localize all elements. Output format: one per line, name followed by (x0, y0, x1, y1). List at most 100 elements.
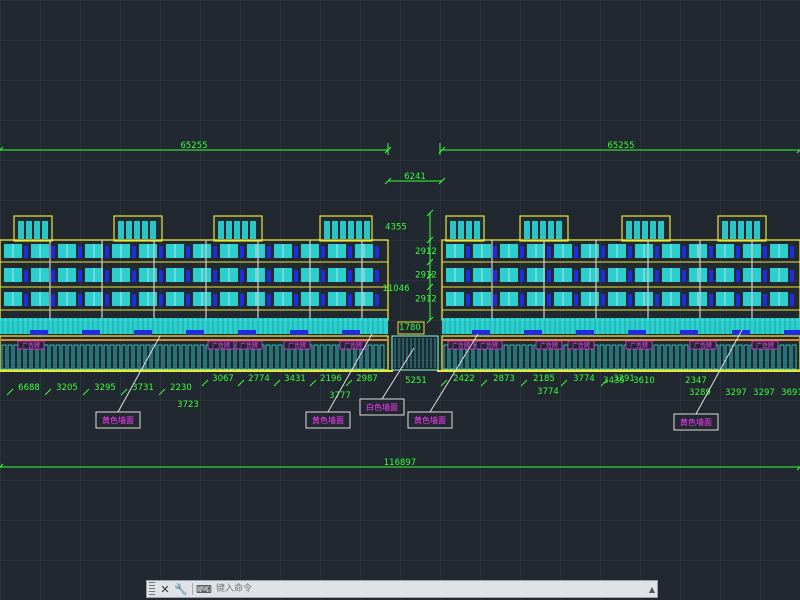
window-shade (240, 270, 244, 282)
callout-label: 白色墙面 (366, 402, 398, 412)
window-shade (709, 294, 713, 306)
roof-window (532, 221, 538, 239)
dim-bottom-right-label: 3297 (753, 388, 775, 398)
shop-glazing (737, 344, 743, 370)
roof-window (126, 221, 132, 239)
shop-glazing (665, 344, 671, 370)
shop-glazing (181, 344, 187, 370)
shop-glazing (187, 344, 193, 370)
shop-glazing (521, 344, 527, 370)
window-shade (105, 270, 109, 282)
roof-window (150, 221, 156, 239)
shop-glazing (527, 344, 533, 370)
window-shade (574, 246, 578, 258)
roof-window (34, 221, 40, 239)
window-shade (348, 246, 352, 258)
dim-bottom-middle-label: 3067 (212, 374, 234, 384)
command-separator (192, 583, 193, 595)
roof-window (26, 221, 32, 239)
window-shade (736, 246, 740, 258)
shop-glazing (73, 344, 79, 370)
window-shade (24, 294, 28, 306)
command-input[interactable] (212, 581, 647, 597)
window-shade (321, 246, 325, 258)
roof-window (250, 221, 256, 239)
chevron-up-icon[interactable]: ▲ (647, 582, 657, 596)
dim-bottom-right-label: 3774 (573, 374, 595, 384)
command-line-grip[interactable] (149, 582, 155, 596)
shop-glazing (503, 344, 509, 370)
window-shade (132, 246, 136, 258)
shop-glazing (605, 344, 611, 370)
shop-glazing (719, 344, 725, 370)
dim-bottom-right-label: 2347 (685, 376, 707, 386)
roof-window (738, 221, 744, 239)
window-shade (655, 246, 659, 258)
dim-bottom-right-label: 3774 (537, 387, 559, 397)
shop-glazing (271, 344, 277, 370)
shop-glazing (49, 344, 55, 370)
command-history-icon[interactable]: ⌨ (196, 581, 212, 597)
roof-window (234, 221, 240, 239)
dim-vertical-label: 2912 (415, 271, 437, 281)
column-cap (134, 330, 152, 335)
window-shade (547, 294, 551, 306)
window-shade (78, 246, 82, 258)
shop-glazing (617, 344, 623, 370)
dim-vertical-label: 11046 (382, 284, 409, 294)
sign-board-label: 广告牌 (22, 342, 40, 350)
roof-window (746, 221, 752, 239)
roof-window (242, 221, 248, 239)
dim-bottom-left-label: 3295 (94, 383, 116, 393)
shop-glazing (325, 344, 331, 370)
dim-vertical-label: 2912 (415, 295, 437, 305)
column-cap (82, 330, 100, 335)
shop-glazing (373, 344, 379, 370)
column-cap (342, 330, 360, 335)
shop-glazing (611, 344, 617, 370)
window-shade (24, 270, 28, 282)
dim-bottom-left-tick (44, 388, 52, 396)
roof-window (324, 221, 330, 239)
building-left: 广告牌 广告牌 广告牌 广告牌 广告牌 (0, 215, 393, 372)
shop-glazing (277, 344, 283, 370)
window-shade (132, 294, 136, 306)
window-shade (682, 294, 686, 306)
sign-board-label: 广告牌 (212, 342, 230, 350)
dim-bottom-middle-label: 3431 (284, 374, 306, 384)
column-cap (628, 330, 646, 335)
command-line[interactable]: ✕ 🔧 ⌨ ▲ (146, 580, 658, 598)
window-shade (790, 294, 794, 306)
shop-glazing (85, 344, 91, 370)
roof-window (134, 221, 140, 239)
window-shade (105, 246, 109, 258)
roof-window (348, 221, 354, 239)
shop-glazing (785, 344, 791, 370)
window-shade (348, 270, 352, 282)
callout-label: 黄色墙面 (102, 415, 134, 425)
shop-glazing (127, 344, 133, 370)
column-cap (472, 330, 490, 335)
dim-bottom-right-label: 2873 (493, 374, 515, 384)
window-shade (790, 246, 794, 258)
callout-label: 黄色墙面 (414, 415, 446, 425)
window-shade (520, 246, 524, 258)
shop-glazing (319, 344, 325, 370)
window-shade (78, 270, 82, 282)
window-shade (267, 294, 271, 306)
dim-bottom-left-label: 3723 (177, 400, 199, 410)
window-shade (790, 270, 794, 282)
roof-window (634, 221, 640, 239)
dim-bottom-right-label: 3435 (603, 376, 625, 386)
roof-window (540, 221, 546, 239)
close-icon[interactable]: ✕ (157, 581, 173, 597)
shop-glazing (779, 344, 785, 370)
dim-bottom-right-tick (480, 379, 488, 387)
roof-window (474, 221, 480, 239)
dim-bottom-middle-label: 2987 (356, 374, 378, 384)
shop-glazing (659, 344, 665, 370)
window-shade (547, 246, 551, 258)
drawing-canvas[interactable]: 广告牌 广告牌 广告牌 广告牌 广告牌 广告牌 广告牌 广告牌 广告牌 广告牌 广告牌 广告牌 652… (0, 0, 800, 600)
column-cap (238, 330, 256, 335)
wrench-icon[interactable]: 🔧 (173, 581, 189, 597)
